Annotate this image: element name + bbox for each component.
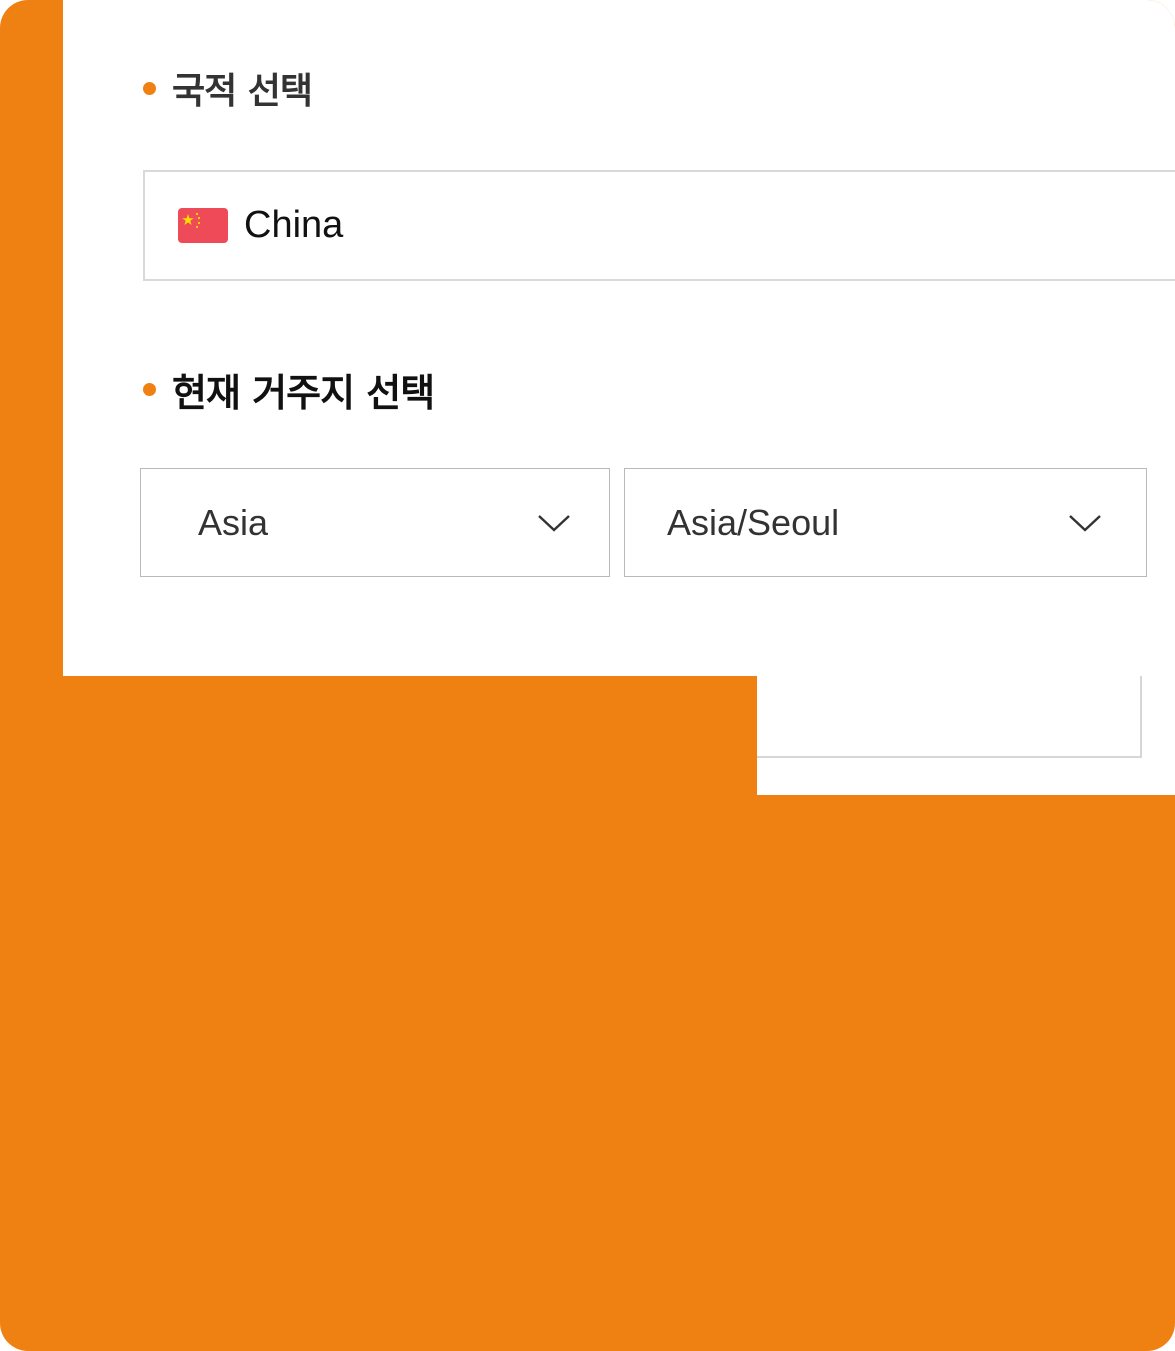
region-select[interactable]: Asia: [140, 468, 610, 577]
residence-title-label: 현재 거주지 선택: [172, 371, 435, 415]
bullet-dot-icon: [143, 81, 156, 95]
residence-section-title: 현재 거주지 선택: [143, 362, 435, 417]
selected-country-label: China: [244, 204, 344, 246]
nationality-select[interactable]: China: [143, 170, 1175, 281]
nationality-section-title: 국적 선택: [143, 62, 313, 114]
form-panel-continuation: [757, 676, 1175, 795]
form-panel: 국적 선택 China 현재 거주지 선택 Asia Asia/Seoul: [63, 0, 1175, 676]
partial-field-box: [757, 676, 1142, 758]
timezone-select[interactable]: Asia/Seoul: [624, 468, 1147, 577]
region-select-value: Asia: [198, 501, 269, 543]
china-flag-icon: [178, 208, 228, 243]
nationality-title-label: 국적 선택: [172, 71, 313, 112]
bullet-dot-icon: [143, 383, 156, 396]
chevron-down-icon: [1069, 514, 1101, 532]
orange-background-frame: 국적 선택 China 현재 거주지 선택 Asia Asia/Seoul: [0, 0, 1175, 1351]
timezone-select-value: Asia/Seoul: [667, 501, 840, 543]
chevron-down-icon: [538, 514, 570, 532]
